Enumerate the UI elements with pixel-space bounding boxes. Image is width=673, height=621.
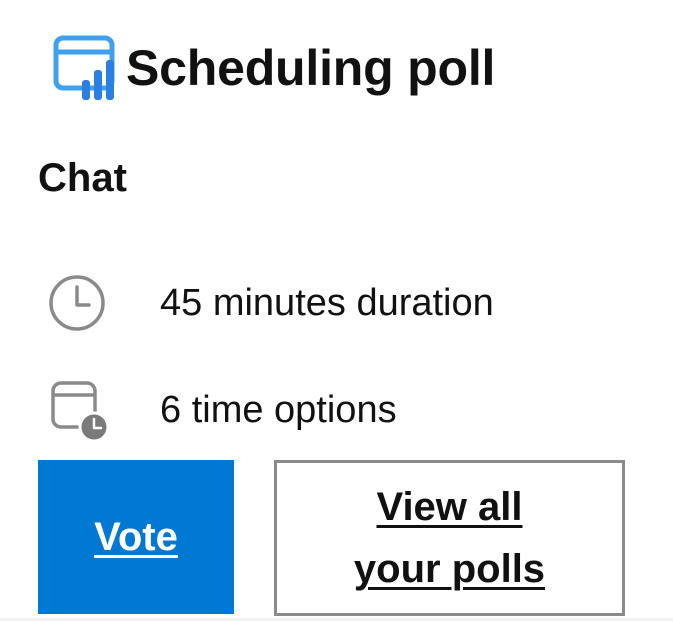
view-all-polls-button[interactable]: View all your polls xyxy=(274,460,625,616)
card-header: Scheduling poll xyxy=(52,28,495,108)
card-subtitle: Chat xyxy=(38,156,127,200)
time-options-row: 6 time options xyxy=(44,377,397,443)
duration-row: 45 minutes duration xyxy=(44,270,494,336)
scheduling-poll-card: Scheduling poll Chat 45 minutes duration… xyxy=(0,0,673,621)
calendar-clock-icon xyxy=(51,381,110,443)
view-all-polls-label-line2: your polls xyxy=(353,547,546,591)
card-title: Scheduling poll xyxy=(126,40,496,96)
clock-icon xyxy=(49,275,105,331)
duration-text: 45 minutes duration xyxy=(160,281,494,324)
time-options-text: 6 time options xyxy=(160,388,397,431)
vote-button[interactable]: Vote xyxy=(38,460,234,614)
vote-button-label: Vote xyxy=(94,515,178,559)
calendar-chart-icon xyxy=(53,35,115,100)
view-all-polls-label-line1: View all xyxy=(376,485,523,529)
